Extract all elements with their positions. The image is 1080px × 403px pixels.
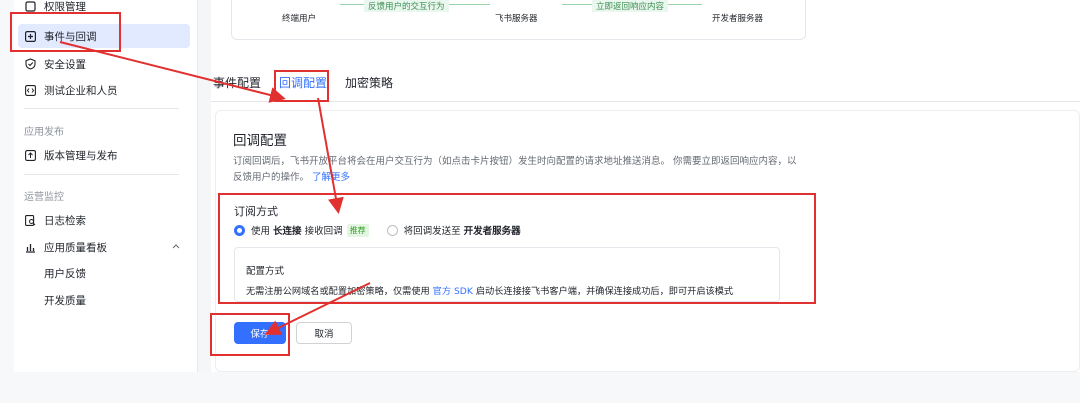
sidebar-item-log-search[interactable]: 日志检索 [14, 208, 190, 232]
callback-flow-diagram: 终端用户 反馈用户的交互行为 飞书服务器 立即返回响应内容 开发者服务器 [231, 0, 806, 40]
sidebar-item-label: 版本管理与发布 [44, 149, 118, 162]
sidebar-group-label: 应用发布 [24, 127, 64, 138]
app-window: 权限管理 事件与回调 安全设置 测试企业和人员 应用发布 版本管理与发布 运营监… [14, 0, 1080, 372]
flow-node-user: 终端用户 [282, 14, 317, 24]
doc-search-icon [24, 214, 36, 226]
main-content: 终端用户 反馈用户的交互行为 飞书服务器 立即返回响应内容 开发者服务器 事件配… [211, 0, 1080, 372]
code-box-icon [24, 84, 36, 96]
sidebar-item-security[interactable]: 安全设置 [14, 52, 190, 76]
upload-box-icon [24, 149, 36, 161]
sidebar-item-quality-board[interactable]: 应用质量看板 [14, 235, 190, 259]
shield-check-icon [24, 58, 36, 70]
sidebar-item-test-enterprise[interactable]: 测试企业和人员 [14, 78, 190, 102]
sidebar-item-label: 用户反馈 [44, 267, 86, 280]
sidebar-item-version-release[interactable]: 版本管理与发布 [14, 143, 190, 167]
annotation-box-tab [274, 70, 329, 102]
learn-more-link[interactable]: 了解更多 [312, 172, 350, 183]
chevron-up-icon[interactable] [172, 242, 180, 252]
panel-description: 订阅回调后，飞书开放平台将会在用户交互行为（如点击卡片按钮）发生时向配置的请求地… [233, 154, 803, 186]
sidebar-item-label: 测试企业和人员 [44, 84, 118, 97]
tab-encryption[interactable]: 加密策略 [343, 74, 393, 96]
sidebar-item-label: 日志检索 [44, 214, 86, 227]
cancel-button[interactable]: 取消 [296, 322, 352, 344]
panel-title: 回调配置 [233, 133, 287, 149]
flow-node-feishu: 飞书服务器 [495, 14, 538, 24]
sidebar-item-label: 应用质量看板 [44, 241, 107, 254]
flow-label-return: 立即返回响应内容 [592, 0, 669, 12]
flow-label-feedback: 反馈用户的交互行为 [364, 0, 449, 12]
sidebar-item-label: 安全设置 [44, 58, 86, 71]
annotation-box-save [210, 313, 290, 356]
annotation-box-sidebar [10, 12, 121, 52]
sidebar-group-label: 运营监控 [24, 192, 64, 203]
bar-chart-icon [24, 241, 36, 253]
tab-event-config[interactable]: 事件配置 [211, 74, 261, 96]
tab-divider [211, 101, 1080, 102]
sidebar-divider [24, 174, 179, 175]
flow-node-dev-server: 开发者服务器 [712, 14, 764, 24]
sidebar-item-user-feedback[interactable]: 用户反馈 [14, 261, 190, 285]
sidebar-divider [24, 108, 179, 109]
sidebar: 权限管理 事件与回调 安全设置 测试企业和人员 应用发布 版本管理与发布 运营监… [14, 0, 198, 372]
annotation-box-subscribe [218, 193, 816, 304]
list-icon [24, 0, 36, 12]
sidebar-item-label: 开发质量 [44, 294, 86, 307]
sidebar-item-dev-quality[interactable]: 开发质量 [14, 288, 190, 312]
